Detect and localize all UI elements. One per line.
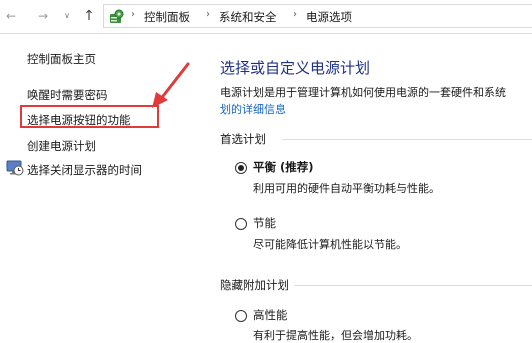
display-clock-icon: [6, 160, 24, 176]
page-title: 选择或自定义电源计划: [220, 59, 371, 77]
back-arrow-icon[interactable]: ←: [4, 9, 18, 23]
breadcrumb-separator[interactable]: ›: [131, 9, 135, 20]
power-saver-plan-radio[interactable]: [235, 218, 247, 230]
up-arrow-icon[interactable]: ↑: [82, 9, 96, 23]
red-pointer-arrow: [152, 62, 190, 108]
high-performance-plan-description: 有利于提高性能，但会增加功耗。: [253, 329, 418, 342]
section-divider: [282, 139, 532, 140]
breadcrumb-control-panel[interactable]: 控制面板: [144, 9, 190, 25]
page-description: 电源计划是用于管理计算机如何使用电源的一套硬件和系统: [220, 86, 506, 99]
plan-details-link[interactable]: 划的详细信息: [220, 101, 286, 117]
breadcrumb-separator[interactable]: ›: [293, 9, 297, 20]
power-saver-plan-label[interactable]: 节能: [253, 215, 276, 231]
control-panel-icon: [110, 9, 124, 23]
high-performance-plan-label[interactable]: 高性能: [253, 307, 288, 323]
sidebar-create-power-plan[interactable]: 创建电源计划: [27, 138, 96, 154]
high-performance-plan-radio[interactable]: [235, 310, 247, 322]
balanced-plan-description: 利用可用的硬件自动平衡功耗与性能。: [253, 182, 440, 195]
section-divider: [294, 285, 532, 286]
chevron-down-icon[interactable]: ∨: [60, 9, 74, 23]
sidebar-control-panel-home[interactable]: 控制面板主页: [27, 51, 96, 67]
breadcrumb-system-security[interactable]: 系统和安全: [219, 9, 277, 25]
power-saver-plan-description: 尽可能降低计算机性能以节能。: [253, 238, 407, 251]
sidebar-choose-display-off-time[interactable]: 选择关闭显示器的时间: [27, 162, 142, 178]
address-bar[interactable]: › 控制面板 › 系统和安全 › 电源选项: [103, 4, 532, 28]
sidebar-require-password-on-wake[interactable]: 唤醒时需要密码: [27, 87, 108, 103]
highlight-box: [20, 105, 159, 128]
forward-arrow-icon[interactable]: →: [36, 9, 50, 23]
breadcrumb-power-options[interactable]: 电源选项: [306, 9, 352, 25]
balanced-plan-label[interactable]: 平衡 (推荐): [253, 159, 314, 175]
breadcrumb-separator[interactable]: ›: [206, 9, 210, 20]
preferred-plans-heading: 首选计划: [220, 132, 266, 146]
balanced-plan-radio[interactable]: [235, 162, 247, 174]
navigation-bar: ← → ∨ ↑ › 控制面板 › 系统和安全 › 电源选项: [0, 0, 532, 34]
hidden-plans-toggle[interactable]: 隐藏附加计划: [220, 277, 289, 293]
